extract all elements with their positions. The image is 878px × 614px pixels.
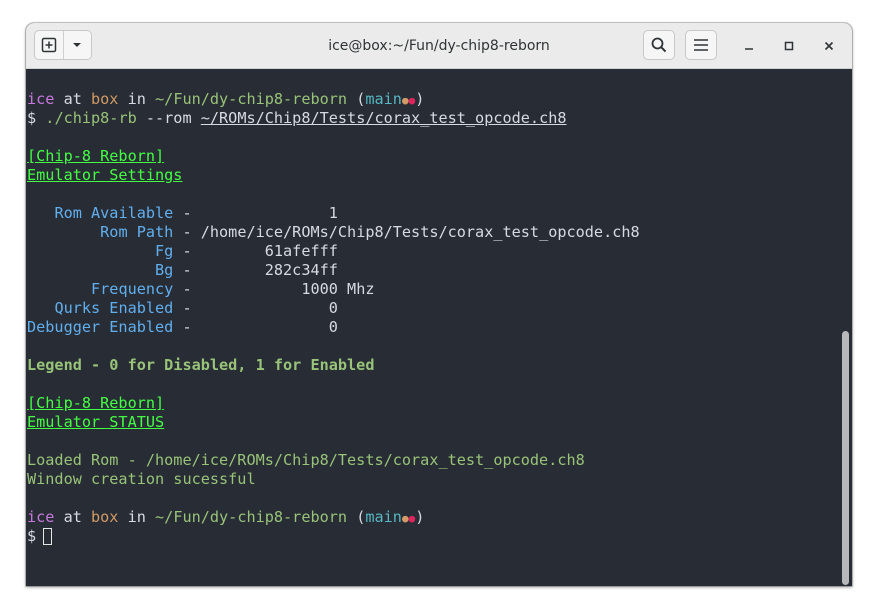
tab-menu-button[interactable] xyxy=(64,31,92,59)
git-branch: main xyxy=(365,508,402,526)
header-line: [Chip-8 Reborn] xyxy=(27,147,164,166)
padding xyxy=(27,261,155,279)
setting-separator: - xyxy=(173,299,201,317)
setting-value: 0 xyxy=(200,318,338,336)
hamburger-menu-icon xyxy=(694,39,708,51)
setting-value: 282c34ff xyxy=(200,261,338,279)
git-status-dot: ● xyxy=(401,512,409,525)
legend-line: Legend - 0 for Disabled, 1 for Enabled xyxy=(27,356,375,374)
prompt-open-paren: ( xyxy=(347,508,366,526)
prompt-at: at xyxy=(54,90,92,108)
setting-label: Frequency xyxy=(91,280,174,298)
command-line: $ ./chip8-rb --rom ~/ROMs/Chip8/Tests/co… xyxy=(27,109,567,128)
setting-row: Rom Path - /home/ice/ROMs/Chip8/Tests/co… xyxy=(27,223,640,242)
search-icon xyxy=(651,37,667,53)
command-argument: ~/ROMs/Chip8/Tests/corax_test_opcode.ch8 xyxy=(200,109,567,127)
close-button[interactable] xyxy=(818,35,840,57)
dropdown-icon xyxy=(73,43,82,47)
terminal-window: ice@box:~/Fun/dy-chip8-reborn ice at box… xyxy=(26,23,852,586)
prompt-line: ice at box in ~/Fun/dy-chip8-reborn (mai… xyxy=(27,90,424,109)
search-button[interactable] xyxy=(643,30,675,60)
prompt-line: ice at box in ~/Fun/dy-chip8-reborn (mai… xyxy=(27,508,424,527)
padding xyxy=(27,242,155,260)
terminal-output[interactable]: ice at box in ~/Fun/dy-chip8-reborn (mai… xyxy=(26,69,838,586)
prompt-path: ~/Fun/dy-chip8-reborn xyxy=(155,90,348,108)
app-header: [Chip-8 Reborn] xyxy=(27,147,165,165)
new-tab-button-group xyxy=(34,30,92,60)
setting-value: /home/ice/ROMs/Chip8/Tests/corax_test_op… xyxy=(200,223,640,241)
setting-row: Rom Available - 1 xyxy=(27,204,338,223)
setting-label: Fg xyxy=(155,242,174,260)
header-line: [Chip-8 Reborn] xyxy=(27,394,164,413)
setting-row: Debugger Enabled - 0 xyxy=(27,318,338,337)
setting-separator: - xyxy=(173,261,201,279)
prompt-close-paren: ) xyxy=(415,508,425,526)
setting-value: 1 xyxy=(200,204,338,222)
setting-separator: - xyxy=(173,204,201,222)
prompt-user: ice xyxy=(27,90,55,108)
close-icon xyxy=(824,41,834,51)
setting-separator: - xyxy=(173,280,201,298)
status-line: Loaded Rom - /home/ice/ROMs/Chip8/Tests/… xyxy=(27,451,585,469)
app-header: [Chip-8 Reborn] xyxy=(27,394,165,412)
prompt-user: ice xyxy=(27,508,55,526)
title-bar: ice@box:~/Fun/dy-chip8-reborn xyxy=(26,23,852,69)
prompt-dollar: $ xyxy=(27,109,46,127)
section-header: Emulator STATUS xyxy=(27,413,165,431)
text-cursor xyxy=(43,528,52,545)
section-header: Emulator Settings xyxy=(27,166,183,184)
setting-row: Qurks Enabled - 0 xyxy=(27,299,338,318)
command-flag: --rom xyxy=(136,109,201,127)
setting-value: 0 xyxy=(200,299,338,317)
prompt-host: box xyxy=(91,90,119,108)
padding xyxy=(27,280,91,298)
window-title: ice@box:~/Fun/dy-chip8-reborn xyxy=(328,38,550,54)
prompt-at: at xyxy=(54,508,92,526)
setting-row: Frequency - 1000 Mhz xyxy=(27,280,374,299)
git-branch: main xyxy=(365,90,402,108)
setting-label: Bg xyxy=(155,261,174,279)
prompt-close-paren: ) xyxy=(415,90,425,108)
minimize-button[interactable] xyxy=(738,35,760,57)
setting-separator: - xyxy=(173,318,201,336)
minimize-icon xyxy=(745,48,753,50)
setting-value: 1000 Mhz xyxy=(200,280,375,298)
maximize-icon xyxy=(784,41,794,51)
status-line: Window creation sucessful xyxy=(27,470,256,488)
menu-button[interactable] xyxy=(685,30,717,60)
setting-label: Debugger Enabled xyxy=(27,318,174,336)
setting-separator: - xyxy=(173,242,201,260)
new-tab-button[interactable] xyxy=(35,31,64,59)
padding xyxy=(27,204,54,222)
prompt-open-paren: ( xyxy=(347,90,366,108)
setting-row: Fg - 61afefff xyxy=(27,242,338,261)
prompt-host: box xyxy=(91,508,119,526)
scrollbar-thumb[interactable] xyxy=(842,331,849,585)
setting-label: Rom Available xyxy=(54,204,174,222)
header-line: Emulator Settings xyxy=(27,166,182,185)
padding xyxy=(27,223,100,241)
git-status-dot: ● xyxy=(401,94,409,107)
setting-row: Bg - 282c34ff xyxy=(27,261,338,280)
setting-separator: - xyxy=(173,223,201,241)
padding xyxy=(27,299,54,317)
setting-label: Qurks Enabled xyxy=(54,299,174,317)
command-program: ./chip8-rb xyxy=(45,109,137,127)
prompt-in: in xyxy=(118,90,156,108)
setting-label: Rom Path xyxy=(100,223,174,241)
setting-value: 61afefff xyxy=(200,242,338,260)
prompt-path: ~/Fun/dy-chip8-reborn xyxy=(155,508,348,526)
new-tab-icon xyxy=(41,37,56,53)
maximize-button[interactable] xyxy=(778,35,800,57)
prompt-in: in xyxy=(118,508,156,526)
header-line: Emulator STATUS xyxy=(27,413,164,432)
